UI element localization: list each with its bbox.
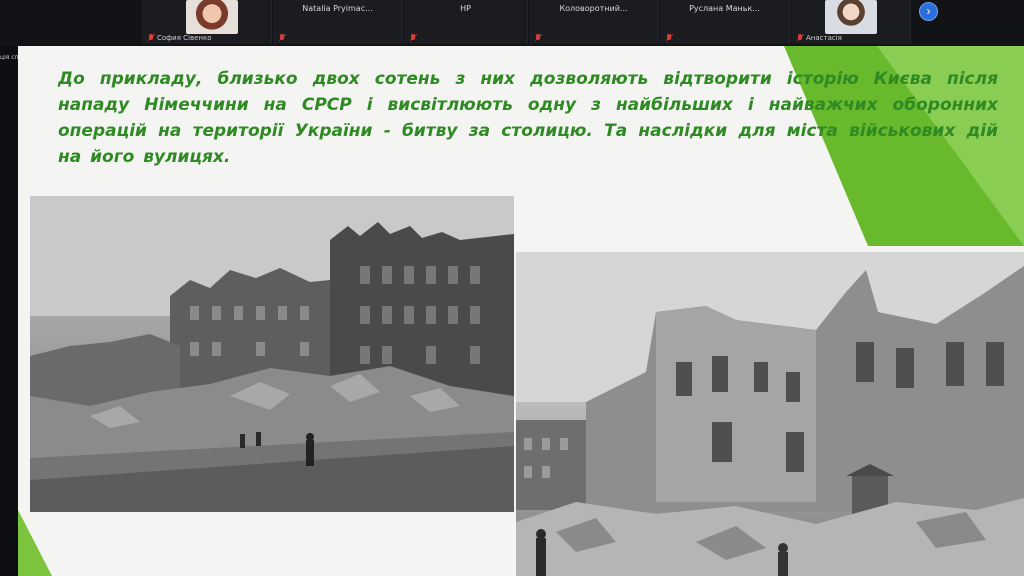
participant-tile[interactable]: Руслана Маньк... bbox=[660, 0, 790, 44]
green-accent-shape bbox=[18, 510, 52, 576]
mic-muted-icon bbox=[535, 34, 541, 41]
chevron-right-icon: › bbox=[926, 4, 931, 18]
participant-name: Коловоротний... bbox=[559, 4, 628, 13]
participant-label bbox=[410, 34, 419, 42]
mic-muted-icon bbox=[279, 34, 285, 41]
participant-name: Руслана Маньк... bbox=[689, 4, 760, 13]
participant-tile[interactable]: HP bbox=[404, 0, 528, 44]
participant-label bbox=[535, 34, 544, 42]
participant-tile[interactable]: София Сівенко bbox=[142, 0, 272, 44]
next-participants-button[interactable]: › bbox=[919, 2, 938, 21]
participant-video bbox=[825, 0, 877, 34]
participant-label bbox=[666, 34, 675, 42]
shared-slide: До прикладу, близько двох сотень з них д… bbox=[18, 46, 1024, 576]
participant-tile[interactable]: Natalia Pryimac... bbox=[273, 0, 403, 44]
ruins-photo bbox=[30, 196, 514, 512]
participant-strip: София Сівенко Natalia Pryimac... HP Коло… bbox=[0, 0, 1024, 46]
participant-video bbox=[186, 0, 238, 34]
slide-text: До прикладу, близько двох сотень з них д… bbox=[58, 69, 998, 167]
participant-label: Анастасія bbox=[797, 34, 842, 42]
participant-name: София Сівенко bbox=[157, 34, 212, 42]
ruins-photo bbox=[516, 252, 1024, 576]
participant-name: Анастасія bbox=[806, 34, 842, 42]
mic-muted-icon bbox=[410, 34, 416, 41]
mic-muted-icon bbox=[148, 34, 154, 41]
mic-muted-icon bbox=[797, 34, 803, 41]
participant-name: HP bbox=[460, 4, 471, 13]
participant-name: Natalia Pryimac... bbox=[302, 4, 373, 13]
participant-label bbox=[279, 34, 288, 42]
mic-muted-icon bbox=[666, 34, 672, 41]
participant-tile[interactable]: Коловоротний... bbox=[529, 0, 659, 44]
participant-label: София Сівенко bbox=[148, 34, 212, 42]
participant-tile[interactable]: Анастасія bbox=[791, 0, 911, 44]
